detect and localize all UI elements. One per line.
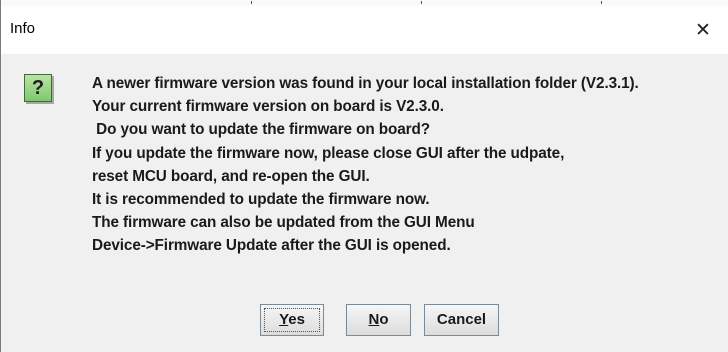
info-dialog: Info ✕ ? A newer firmware version was fo…	[0, 0, 728, 352]
message-line: If you update the firmware now, please c…	[92, 144, 565, 162]
no-mnemonic: N	[368, 311, 380, 328]
message-line: A newer firmware version was found in yo…	[92, 75, 639, 92]
yes-label-rest: es	[288, 311, 305, 328]
question-icon: ?	[24, 74, 52, 102]
yes-button[interactable]: Yes	[260, 304, 324, 336]
cancel-label: Cancel	[436, 311, 487, 328]
question-glyph: ?	[31, 77, 45, 99]
yes-mnemonic: Y	[279, 311, 289, 328]
dialog-title: Info	[10, 20, 36, 37]
cancel-button[interactable]: Cancel	[424, 304, 499, 336]
message-line: The firmware can also be updated from th…	[92, 214, 475, 232]
dialog-content: ? A newer firmware version was found in …	[1, 54, 728, 352]
close-button[interactable]: ✕	[695, 14, 728, 46]
message-line: Device->Firmware Update after the GUI is…	[92, 237, 451, 255]
no-label-rest: o	[379, 311, 389, 328]
message-line: reset MCU board, and re-open the GUI.	[92, 167, 370, 185]
message-line: Your current firmware version on board i…	[92, 98, 444, 116]
no-button[interactable]: No	[346, 304, 411, 336]
message-line: Do you want to update the firmware on bo…	[92, 121, 430, 139]
message-text: A newer firmware version was found in yo…	[92, 72, 639, 258]
message-line: It is recommended to update the firmware…	[92, 190, 430, 208]
button-row: Yes No Cancel	[1, 304, 728, 338]
close-icon: ✕	[695, 19, 711, 41]
title-bar[interactable]: Info ✕	[1, 6, 728, 54]
